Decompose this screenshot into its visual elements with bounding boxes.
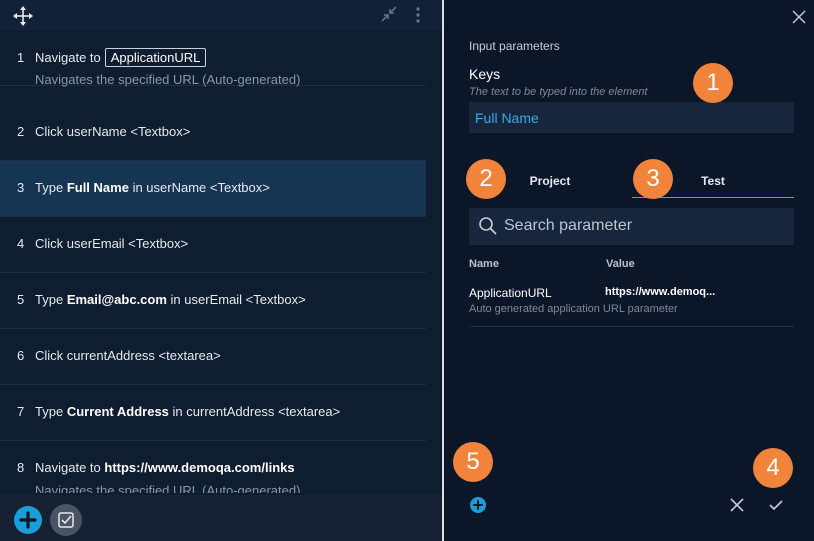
parameter-value[interactable]: https://www.demoq... <box>605 286 715 298</box>
search-placeholder: Search parameter <box>504 217 633 234</box>
step-text: Click userName <Textbox> <box>35 124 191 139</box>
callout-badge-3: 3 <box>633 159 673 199</box>
step-row-3[interactable]: 3 Type Full Name in userName <Textbox> <box>0 161 426 217</box>
step-number: 2 <box>17 124 25 139</box>
step-text: Type Email@abc.com in userEmail <Textbox… <box>35 292 306 307</box>
add-parameter-button[interactable] <box>470 497 486 513</box>
step-row-2[interactable]: 2 Click userName <Textbox> <box>0 105 426 161</box>
callout-badge-1: 1 <box>693 63 733 103</box>
step-row-7[interactable]: 7 Type Current Address in currentAddress… <box>0 385 426 441</box>
keys-hint: The text to be typed into the element <box>469 86 648 98</box>
step-text: Click currentAddress <textarea> <box>35 348 221 363</box>
step-row-1[interactable]: 1 Navigate to ApplicationURL Navigates th… <box>0 30 426 87</box>
row-divider <box>469 326 794 327</box>
step-description: Navigates the specified URL (Auto-genera… <box>35 483 301 493</box>
step-number: 3 <box>17 180 25 195</box>
keys-label: Keys <box>469 66 501 82</box>
step-number: 7 <box>17 404 25 419</box>
step-number: 5 <box>17 292 25 307</box>
callout-badge-4: 4 <box>753 448 793 488</box>
callout-badge-2: 2 <box>466 159 506 199</box>
step-number: 1 <box>17 50 25 65</box>
cancel-icon[interactable] <box>729 497 745 513</box>
section-label: Input parameters <box>469 39 560 53</box>
step-row-6[interactable]: 6 Click currentAddress <textarea> <box>0 329 426 385</box>
step-text: Navigate to https://www.demoqa.com/links <box>35 460 295 475</box>
step-number: 8 <box>17 460 25 475</box>
confirm-icon[interactable] <box>768 498 784 512</box>
step-description: Navigates the specified URL (Auto-genera… <box>35 72 301 87</box>
callout-badge-5: 5 <box>453 442 493 482</box>
step-row-4[interactable]: 4 Click userEmail <Textbox> <box>0 217 426 273</box>
step-number: 6 <box>17 348 25 363</box>
close-icon[interactable] <box>792 10 806 24</box>
column-header-name: Name <box>469 258 499 270</box>
checkpoint-button[interactable] <box>50 504 82 536</box>
step-text: Click userEmail <Textbox> <box>35 236 189 251</box>
steps-scrollbar[interactable] <box>428 30 436 493</box>
step-text: Type Current Address in currentAddress <… <box>35 404 341 419</box>
collapse-icon[interactable] <box>380 5 398 23</box>
keys-value-field[interactable]: Full Name <box>469 102 794 133</box>
column-header-value: Value <box>606 258 635 270</box>
parameter-name[interactable]: ApplicationURL <box>469 286 552 300</box>
add-step-button[interactable] <box>14 506 42 534</box>
more-options-icon[interactable] <box>413 5 423 25</box>
search-icon <box>479 217 497 235</box>
move-icon[interactable] <box>12 5 34 27</box>
step-row-5[interactable]: 5 Type Email@abc.com in userEmail <Textb… <box>0 273 426 329</box>
step-list: 1 Navigate to ApplicationURL Navigates th… <box>0 30 426 493</box>
step-row-8[interactable]: 8 Navigate to https://www.demoqa.com/lin… <box>0 441 426 493</box>
step-number: 4 <box>17 236 25 251</box>
step-text: Type Full Name in userName <Textbox> <box>35 180 270 195</box>
parameter-description: Auto generated application URL parameter <box>469 303 678 315</box>
steps-toolbar <box>0 0 442 30</box>
parameter-chip[interactable]: ApplicationURL <box>104 48 207 67</box>
step-text: Navigate to ApplicationURL <box>35 48 207 67</box>
